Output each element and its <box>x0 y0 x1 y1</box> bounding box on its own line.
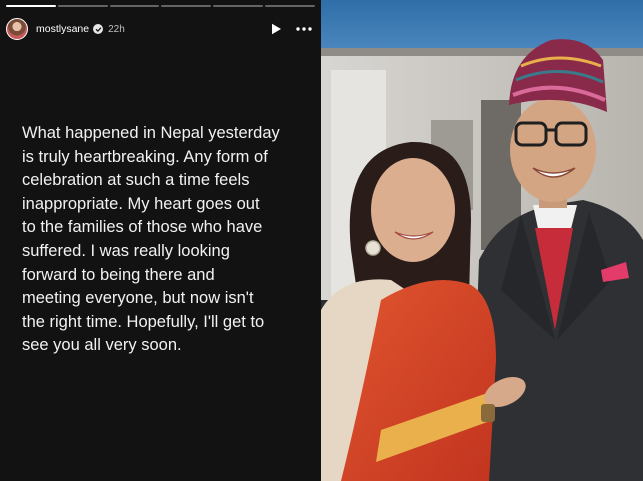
progress-segment <box>265 5 315 7</box>
story-text: What happened in Nepal yesterday is trul… <box>22 124 280 355</box>
story-panel[interactable]: mostlysane 22h What happened in Nepal ye… <box>0 0 321 481</box>
post-time: 22h <box>108 23 125 35</box>
story-progress <box>6 5 315 7</box>
more-options-icon[interactable] <box>295 20 313 38</box>
progress-segment <box>213 5 264 7</box>
progress-segment <box>109 5 160 7</box>
play-icon[interactable] <box>267 20 285 38</box>
couple-photo <box>321 0 643 481</box>
progress-segment <box>6 5 56 7</box>
verified-badge-icon <box>93 24 104 34</box>
username[interactable]: mostlysane <box>36 23 89 35</box>
progress-segment <box>161 5 212 7</box>
story-header: mostlysane 22h <box>6 17 313 41</box>
avatar[interactable] <box>6 18 28 40</box>
progress-segment <box>57 5 108 7</box>
